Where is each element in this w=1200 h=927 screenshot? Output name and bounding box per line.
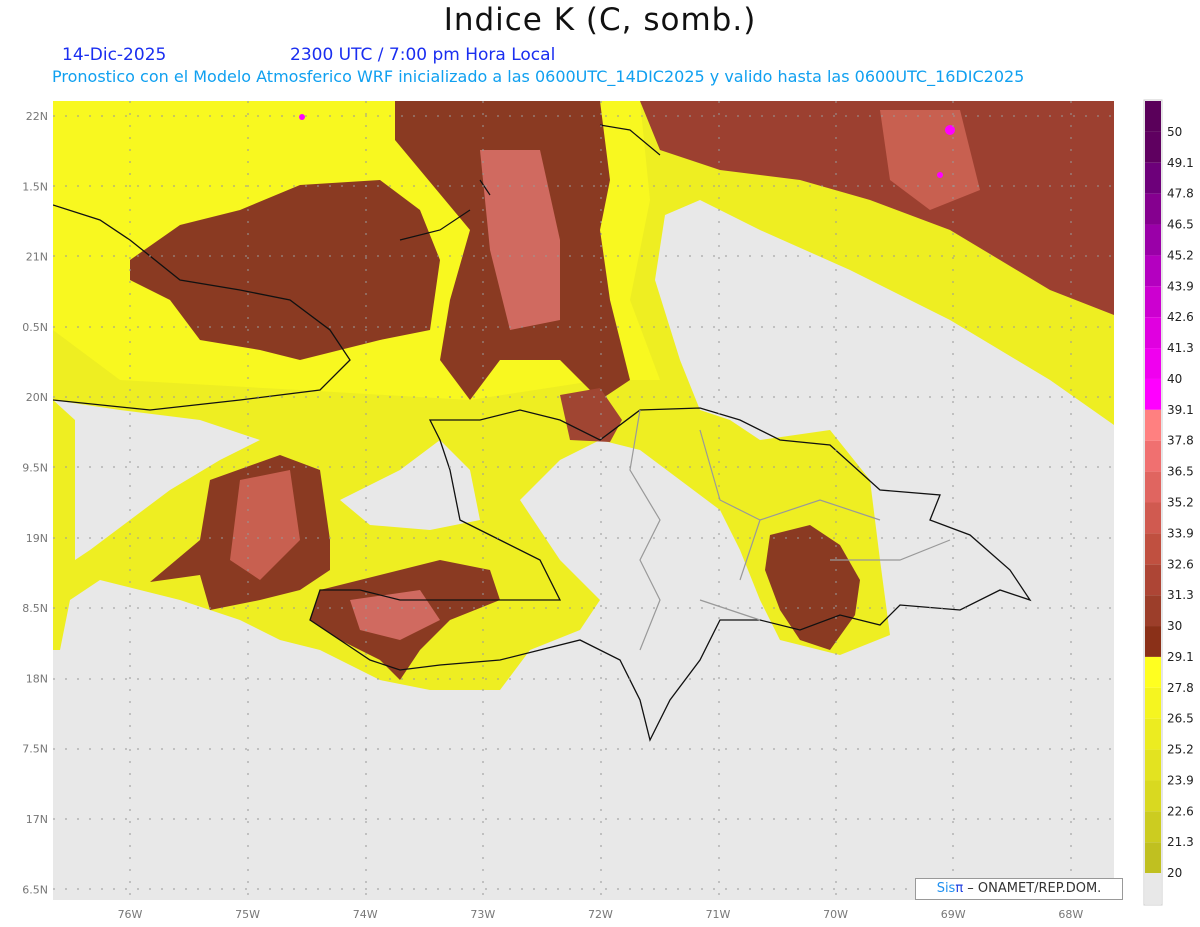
latitude-label: 21N — [26, 251, 48, 264]
colorbar-label: 20 — [1167, 866, 1182, 880]
colorbar-swatch — [1145, 193, 1161, 225]
colorbar-label: 43.9 — [1167, 279, 1194, 293]
longitude-label: 69W — [941, 908, 966, 921]
latitude-label: 20N — [26, 391, 48, 404]
colorbar-label: 30 — [1167, 619, 1182, 633]
colorbar-label: 46.5 — [1167, 218, 1194, 232]
latitude-label: 9.5N — [22, 462, 48, 475]
colorbar-swatch — [1145, 286, 1161, 318]
k-index-map: 22N 1.5N 21N 0.5N 20N 9.5N 19N 8.5N 18N 7.5N 17N 6.… — [22, 99, 1194, 921]
latitude-label: 0.5N — [22, 321, 48, 334]
colorbar-label: 42.6 — [1167, 310, 1194, 324]
latitude-label: 7.5N — [22, 743, 48, 756]
colorbar-label: 22.6 — [1167, 804, 1194, 818]
colorbar-swatch — [1145, 749, 1161, 781]
colorbar-label: 29.1 — [1167, 650, 1194, 664]
colorbar-swatch — [1145, 224, 1161, 256]
colorbar-swatch — [1145, 656, 1161, 688]
colorbar-swatch — [1145, 255, 1161, 287]
colorbar-label: 32.6 — [1167, 557, 1194, 571]
longitude-label: 71W — [706, 908, 731, 921]
latitude-label: 18N — [26, 672, 48, 685]
colorbar-swatch — [1145, 687, 1161, 719]
colorbar-swatch — [1145, 471, 1161, 503]
colorbar-swatch — [1145, 348, 1161, 379]
colorbar-swatch — [1145, 626, 1161, 657]
colorbar-swatch — [1145, 842, 1161, 874]
colorbar-label: 26.5 — [1167, 712, 1194, 726]
colorbar-label: 27.8 — [1167, 681, 1194, 695]
longitude-label: 70W — [823, 908, 848, 921]
colorbar-label: 40 — [1167, 372, 1182, 386]
longitude-label: 68W — [1058, 908, 1083, 921]
colorbar-label: 21.3 — [1167, 835, 1194, 849]
colorbar-swatch — [1145, 378, 1161, 410]
longitude-label: 76W — [118, 908, 143, 921]
colorbar-label: 33.9 — [1167, 526, 1194, 540]
latitude-label: 8.5N — [22, 602, 48, 615]
colorbar-swatch — [1145, 811, 1161, 843]
latitude-label: 19N — [26, 532, 48, 545]
latitude-label: 6.5N — [22, 883, 48, 896]
colorbar-label: 45.2 — [1167, 248, 1194, 262]
colorbar-swatch — [1145, 564, 1161, 596]
longitude-label: 72W — [588, 908, 613, 921]
logo-sis: Sis — [936, 881, 956, 896]
colorbar-label: 49.1 — [1167, 156, 1194, 170]
colorbar-label: 31.3 — [1167, 588, 1194, 602]
colorbar-swatch — [1145, 533, 1161, 565]
colorbar-label: 36.5 — [1167, 465, 1194, 479]
colorbar-swatch — [1145, 595, 1161, 627]
colorbar-label: 50 — [1167, 125, 1182, 139]
latitude-label: 17N — [26, 813, 48, 826]
longitude-label: 75W — [235, 908, 260, 921]
colorbar-label: 37.8 — [1167, 434, 1194, 448]
colorbar-label: 23.9 — [1167, 773, 1194, 787]
colorbar-label: 47.8 — [1167, 187, 1194, 201]
logo-pi: π — [955, 881, 964, 896]
colorbar-swatch — [1145, 101, 1161, 132]
colorbar-swatch — [1145, 780, 1161, 812]
colorbar-label: 25.2 — [1167, 743, 1194, 757]
colorbar-swatch — [1145, 131, 1161, 163]
credit-logo: Sisπ – ONAMET/REP.DOM. — [915, 878, 1123, 900]
colorbar-label: 35.2 — [1167, 496, 1194, 510]
colorbar-swatch — [1145, 317, 1161, 349]
colorbar-swatch — [1145, 873, 1161, 904]
longitude-label: 74W — [353, 908, 378, 921]
colorbar-swatch — [1145, 718, 1161, 750]
colorbar-swatch — [1145, 409, 1161, 441]
latitude-label: 1.5N — [22, 180, 48, 193]
colorbar-swatch — [1145, 502, 1161, 534]
logo-text: – ONAMET/REP.DOM. — [963, 881, 1102, 896]
colorbar-swatch — [1145, 440, 1161, 472]
colorbar-label: 39.1 — [1167, 403, 1194, 417]
colorbar-swatch — [1145, 162, 1161, 194]
longitude-label: 73W — [470, 908, 495, 921]
latitude-label: 22N — [26, 110, 48, 123]
colorbar-label: 41.3 — [1167, 341, 1194, 355]
